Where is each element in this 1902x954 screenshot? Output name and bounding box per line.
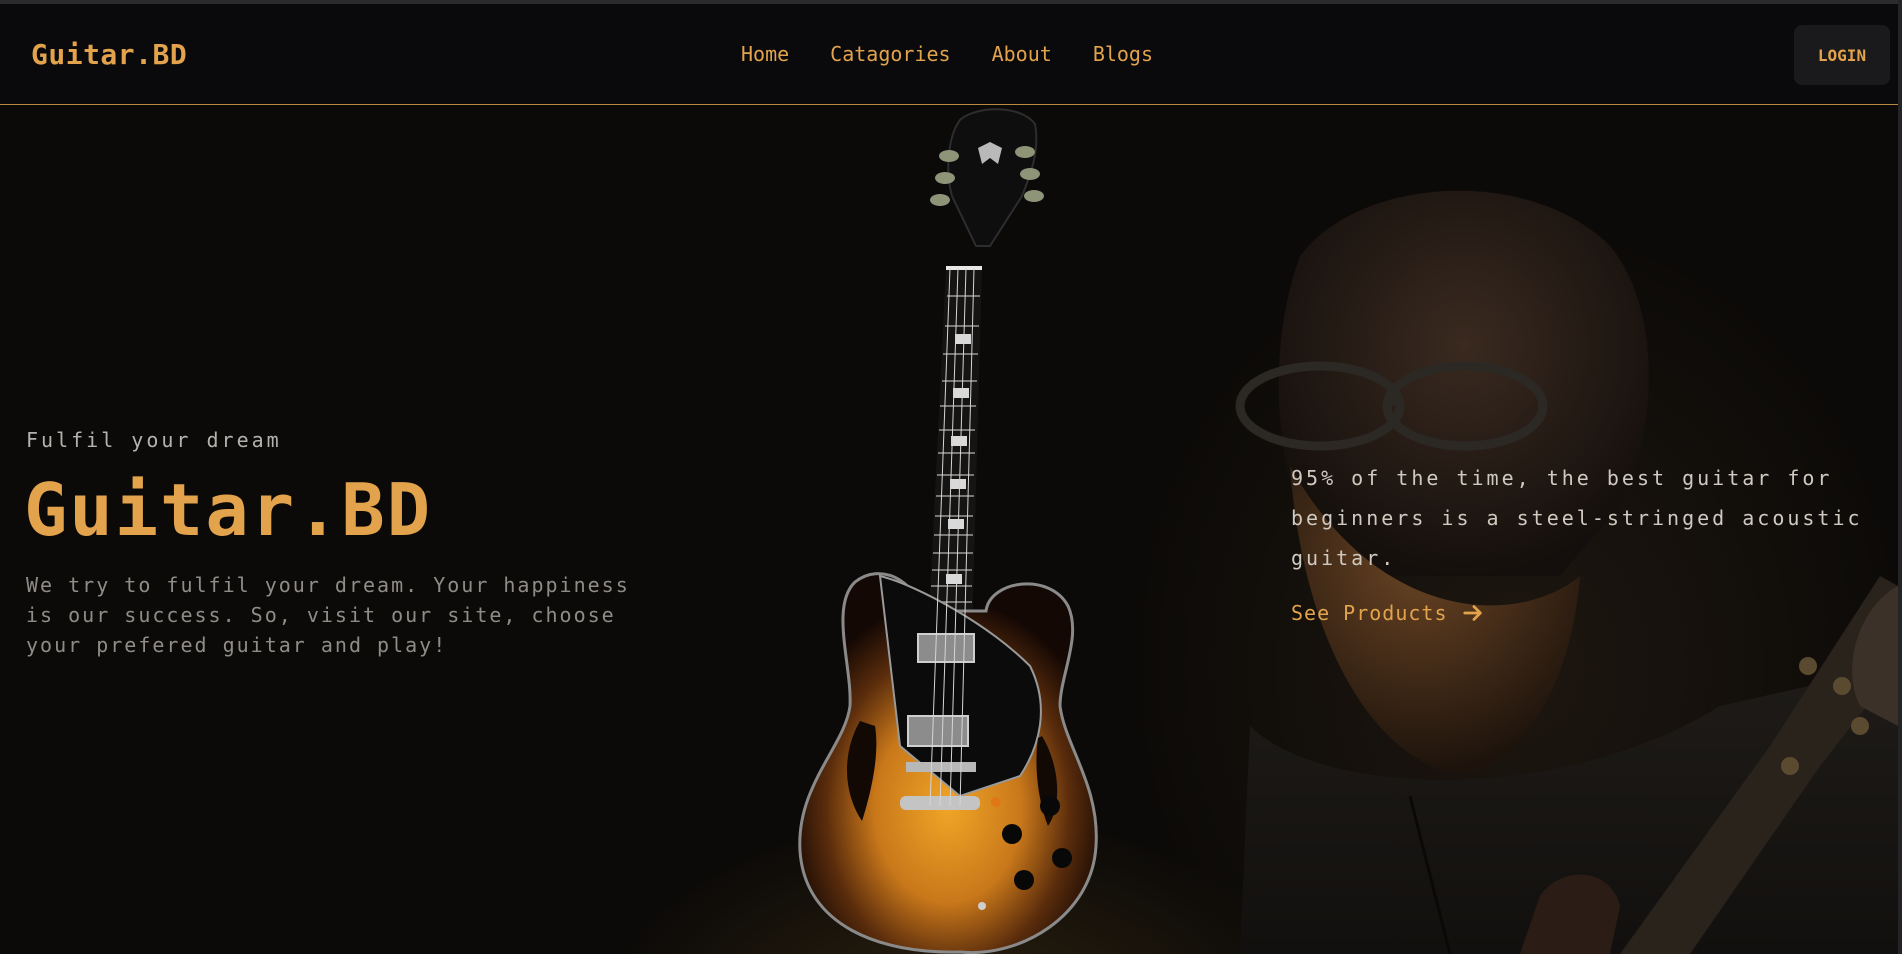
nav-link-about[interactable]: About [992,42,1052,66]
hero-description: We try to fulfil your dream. Your happin… [26,573,630,657]
nav-links: Home Catagories About Blogs [741,42,1153,66]
hero-eyebrow: Fulfil your dream [26,428,282,452]
hero-title: Guitar.BD [24,468,433,552]
nav-link-blogs[interactable]: Blogs [1093,42,1153,66]
arrow-right-icon [1462,605,1482,621]
brand-logo[interactable]: Guitar.BD [31,38,187,71]
hero-section: Fulfil your dream Guitar.BD We try to fu… [0,106,1898,954]
see-products-label: See Products [1291,601,1448,625]
see-products-link[interactable]: See Products [1291,601,1484,625]
guitar-fact-text: 95% of the time, the best guitar for beg… [1291,466,1863,570]
nav-link-home[interactable]: Home [741,42,789,66]
login-button[interactable]: LOGIN [1794,25,1890,85]
nav-link-categories[interactable]: Catagories [830,42,950,66]
navbar: Guitar.BD Home Catagories About Blogs LO… [0,4,1898,105]
vertical-scrollbar[interactable] [1898,0,1902,954]
